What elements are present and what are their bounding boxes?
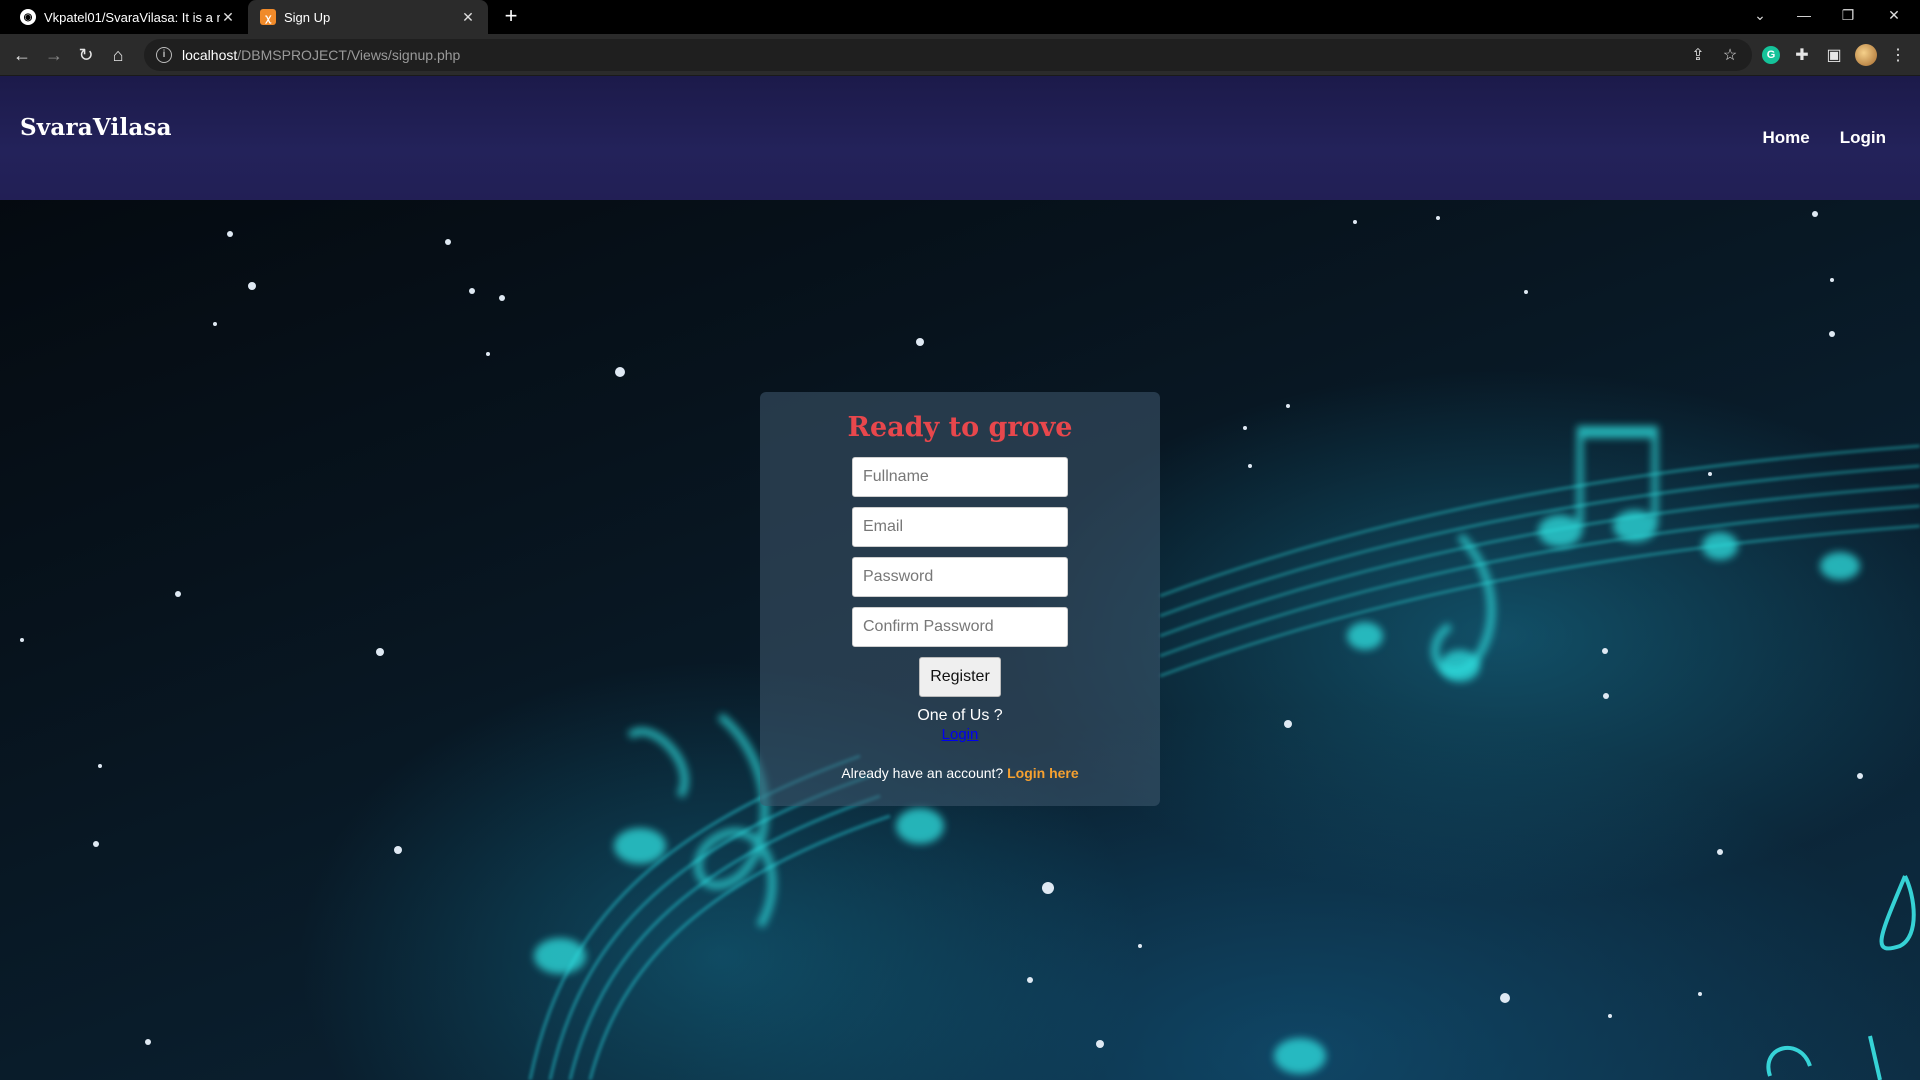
reload-icon[interactable]: ↻ — [72, 41, 100, 69]
already-account-label: Already have an account? — [841, 765, 1004, 781]
fullname-input[interactable] — [852, 457, 1068, 497]
tab-sign-up[interactable]: ꭓ Sign Up ✕ — [248, 0, 488, 34]
signup-form: Ready to grove Register One of Us ? Logi… — [760, 392, 1160, 806]
url-host: localhost — [182, 47, 238, 63]
email-input[interactable] — [852, 507, 1068, 547]
site-info-icon[interactable]: i — [156, 47, 172, 63]
restore-icon[interactable]: ❐ — [1826, 0, 1870, 30]
tab-title: Vkpatel01/SvaraVilasa: It is a mu — [44, 9, 220, 25]
address-bar[interactable]: i localhost/DBMSPROJECT/Views/signup.php — [144, 39, 1752, 71]
close-tab-icon[interactable]: ✕ — [460, 9, 476, 26]
minimize-icon[interactable]: — — [1782, 0, 1826, 30]
url-path: /DBMSPROJECT/Views/signup.php — [237, 47, 461, 63]
forward-icon[interactable]: → — [40, 41, 68, 69]
login-here-link[interactable]: Login here — [1007, 765, 1079, 781]
tab-github[interactable]: ◉ Vkpatel01/SvaraVilasa: It is a mu ✕ — [8, 0, 248, 34]
xampp-icon: ꭓ — [260, 9, 276, 25]
tab-strip: ◉ Vkpatel01/SvaraVilasa: It is a mu ✕ ꭓ … — [0, 0, 1920, 34]
nav-home-link[interactable]: Home — [1763, 128, 1810, 148]
close-window-icon[interactable]: ✕ — [1872, 0, 1916, 30]
one-of-us-text: One of Us ? — [917, 707, 1003, 724]
github-icon: ◉ — [20, 9, 36, 25]
password-input[interactable] — [852, 557, 1068, 597]
browser-toolbar: ← → ↻ ⌂ i localhost/DBMSPROJECT/Views/si… — [0, 34, 1920, 76]
profile-avatar[interactable] — [1855, 44, 1877, 66]
home-icon[interactable]: ⌂ — [104, 41, 132, 69]
new-tab-button[interactable]: + — [498, 4, 524, 30]
back-icon[interactable]: ← — [8, 41, 36, 69]
page-viewport: SvaraVilasa Home Login Ready to grove Re… — [0, 76, 1920, 1080]
main-nav: Home Login — [1763, 128, 1887, 148]
register-button[interactable]: Register — [919, 657, 1001, 697]
site-header: SvaraVilasa Home Login — [0, 76, 1920, 200]
tab-title: Sign Up — [284, 9, 331, 25]
tab-search-icon[interactable]: ⌄ — [1738, 0, 1782, 30]
login-link[interactable]: Login — [942, 726, 979, 743]
close-tab-icon[interactable]: ✕ — [220, 9, 236, 26]
extensions-icon[interactable]: ✚ — [1790, 43, 1814, 67]
share-icon[interactable]: ⇪ — [1686, 43, 1710, 67]
confirm-password-input[interactable] — [852, 607, 1068, 647]
menu-kebab-icon[interactable]: ⋮ — [1886, 43, 1910, 67]
already-account-text: Already have an account? Login here — [841, 765, 1078, 781]
nav-login-link[interactable]: Login — [1840, 128, 1886, 148]
bookmark-star-icon[interactable]: ☆ — [1718, 43, 1742, 67]
form-title: Ready to grove — [847, 412, 1073, 443]
brand-logo[interactable]: SvaraVilasa — [20, 114, 172, 141]
side-panel-icon[interactable]: ▣ — [1822, 43, 1846, 67]
grammarly-icon[interactable]: G — [1762, 46, 1780, 64]
